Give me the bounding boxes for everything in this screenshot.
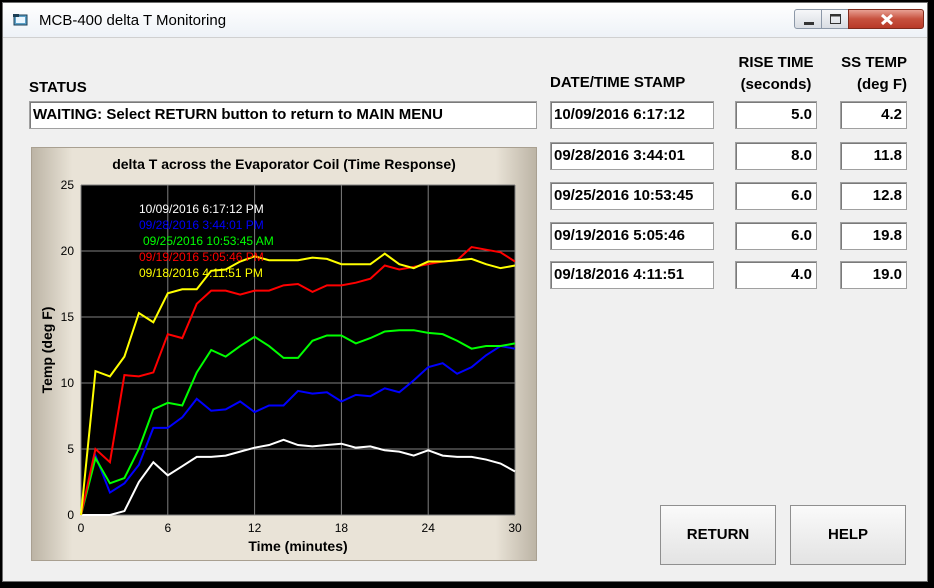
legend-entry: 09/18/2016 4:11:51 PM	[139, 266, 263, 280]
x-axis-label: Time (minutes)	[248, 538, 347, 554]
date-field-1[interactable]: 10/09/2016 6:17:12	[550, 101, 714, 129]
status-label: STATUS	[29, 79, 87, 96]
y-tick-label: 10	[61, 376, 75, 390]
y-tick-label: 0	[67, 508, 74, 522]
date-field-5[interactable]: 09/18/2016 4:11:51	[550, 261, 714, 289]
date-field-2[interactable]: 09/28/2016 3:44:01	[550, 142, 714, 170]
rise-field-3[interactable]: 6.0	[735, 182, 817, 210]
window-title: MCB-400 delta T Monitoring	[39, 12, 227, 29]
date-field-3[interactable]: 09/25/2016 10:53:45	[550, 182, 714, 210]
maximize-button[interactable]	[821, 9, 849, 29]
status-field[interactable]: WAITING: Select RETURN button to return …	[29, 101, 537, 129]
return-button[interactable]: RETURN	[660, 505, 776, 565]
ss-field-2[interactable]: 11.8	[840, 142, 907, 170]
minimize-icon	[804, 22, 814, 25]
ss-column-header-line2: (deg F)	[857, 76, 907, 93]
x-tick-label: 24	[422, 521, 436, 535]
maximize-icon	[830, 14, 841, 24]
x-tick-label: 30	[508, 521, 522, 535]
ss-field-1[interactable]: 4.2	[840, 101, 907, 129]
y-tick-label: 25	[61, 178, 75, 192]
minimize-button[interactable]	[794, 9, 822, 29]
legend-entry: 09/25/2016 10:53:45 AM	[143, 234, 274, 248]
y-tick-label: 5	[67, 442, 74, 456]
ss-column-header-line1: SS TEMP	[841, 54, 907, 71]
rise-column-header-line2: (seconds)	[740, 76, 812, 93]
ss-field-5[interactable]: 19.0	[840, 261, 907, 289]
y-axis-label: Temp (deg F)	[39, 307, 55, 394]
rise-field-5[interactable]: 4.0	[735, 261, 817, 289]
help-button[interactable]: HELP	[790, 505, 906, 565]
chart-svg: 0 6 12 18 24 30 0 5 10 15 20 25 Time (minutes) Temp (…	[39, 178, 522, 554]
app-window: MCB-400 delta T Monitoring STATUS WAITIN…	[2, 2, 928, 582]
legend-entry: 09/28/2016 3:44:01 PM	[139, 218, 264, 232]
rise-column-header-line1: RISE TIME	[738, 54, 814, 71]
rise-field-4[interactable]: 6.0	[735, 222, 817, 250]
rise-field-1[interactable]: 5.0	[735, 101, 817, 129]
rise-field-2[interactable]: 8.0	[735, 142, 817, 170]
legend-entry: 09/19/2016 5:05:46 PM	[139, 250, 264, 264]
close-icon	[880, 13, 894, 26]
y-tick-label: 20	[61, 244, 75, 258]
x-tick-label: 6	[164, 521, 171, 535]
x-tick-label: 0	[78, 521, 85, 535]
x-tick-label: 18	[335, 521, 349, 535]
date-column-header: DATE/TIME STAMP	[550, 74, 686, 91]
legend-entry: 10/09/2016 6:17:12 PM	[139, 202, 264, 216]
y-tick-label: 15	[61, 310, 75, 324]
app-icon	[13, 14, 28, 26]
ss-field-3[interactable]: 12.8	[840, 182, 907, 210]
ss-field-4[interactable]: 19.8	[840, 222, 907, 250]
date-field-4[interactable]: 09/19/2016 5:05:46	[550, 222, 714, 250]
chart-panel: delta T across the Evaporator Coil (Time…	[31, 147, 537, 561]
x-tick-label: 12	[248, 521, 262, 535]
title-bar[interactable]: MCB-400 delta T Monitoring	[3, 3, 927, 38]
close-button[interactable]	[848, 9, 924, 29]
